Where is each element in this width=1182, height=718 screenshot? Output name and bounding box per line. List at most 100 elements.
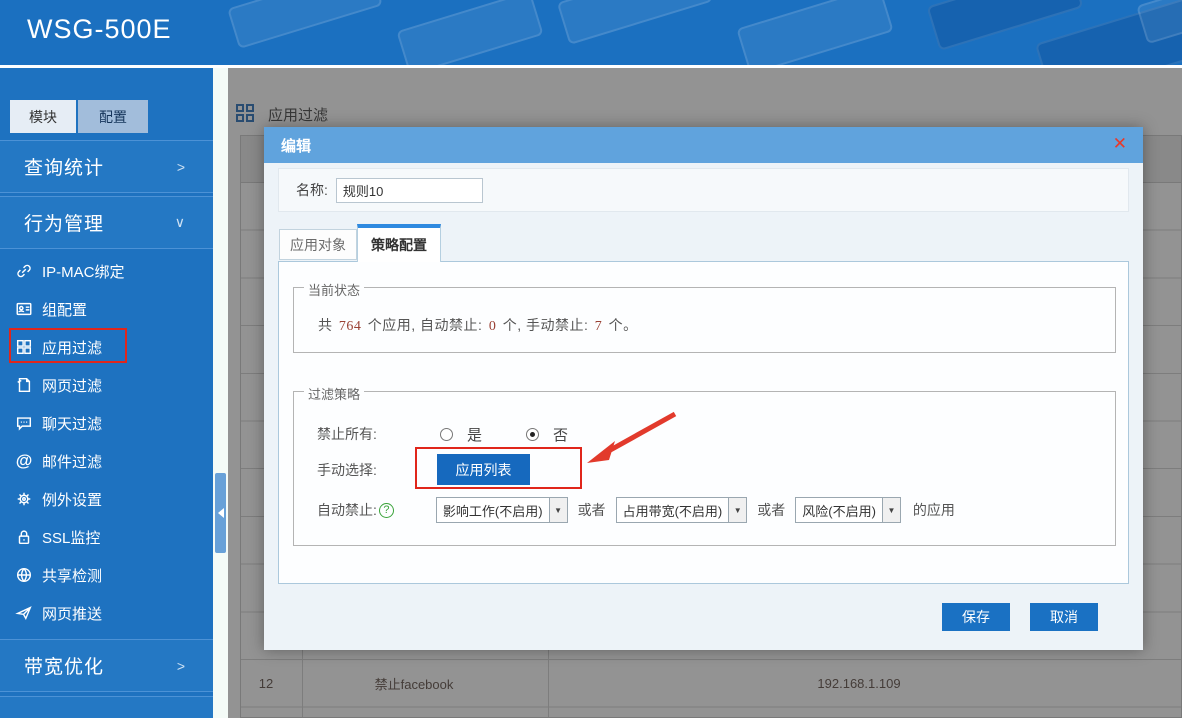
name-label: 名称: [296, 182, 328, 198]
select-value: 影响工作(不启用) [442, 503, 543, 519]
chevron-down-icon: ▼ [881, 498, 900, 522]
cancel-button[interactable]: 取消 [1030, 603, 1098, 631]
webpage-icon [14, 375, 34, 395]
send-icon [14, 603, 34, 623]
sidebar-item-app-filter[interactable]: 应用过滤 [0, 328, 213, 366]
status-text: 个应用, 自动禁止: [363, 317, 487, 333]
at-icon: @ [15, 451, 33, 470]
auto-block-label: 自动禁止: [317, 502, 377, 518]
sidebar-item-label: 聊天过滤 [42, 415, 103, 433]
sidebar-item-label: 应用过滤 [42, 339, 103, 357]
chevron-down-icon: ▼ [728, 498, 747, 522]
auto-block-row: 自动禁止: ? 影响工作(不启用) ▼ 或者 占用带宽(不启用) ▼ 或者 风险… [317, 497, 955, 523]
sidebar-edge-strip [213, 68, 228, 718]
apps-suffix-text: 的应用 [912, 502, 955, 518]
edit-dialog: 编辑 ✕ 名称: 应用对象 策略配置 当前状态 共 764 个应用, 自动禁止:… [264, 127, 1143, 650]
keyboard-decoration [736, 0, 894, 65]
sidebar-item-label: 邮件过滤 [42, 453, 103, 471]
section-label: 查询统计 [24, 158, 105, 179]
sidebar: 模块 配置 查询统计 > 行为管理 ∨ IP-MAC绑定 组配置 应用过滤 网页… [0, 68, 213, 718]
current-status-fieldset: 当前状态 共 764 个应用, 自动禁止: 0 个, 手动禁止: 7 个。 [293, 280, 1116, 353]
dialog-title: 编辑 [281, 137, 312, 155]
help-icon[interactable]: ? [378, 502, 394, 518]
radio-yes-label: 是 [467, 426, 483, 444]
app-window: WSG-500E 模块 配置 查询统计 > 行为管理 ∨ IP-MAC绑定 组配… [0, 0, 1182, 718]
keyboard-decoration [556, 0, 714, 45]
select-value: 占用带宽(不启用) [622, 503, 723, 519]
sidebar-item-share-detection[interactable]: 共享检测 [0, 556, 213, 594]
sidebar-section-query-stats[interactable]: 查询统计 > [0, 140, 213, 193]
sidebar-item-chat-filter[interactable]: 聊天过滤 [0, 404, 213, 442]
keyboard-decoration [227, 0, 383, 50]
work-impact-select[interactable]: 影响工作(不启用) ▼ [435, 497, 568, 523]
sidebar-tab-strip: 模块 配置 [10, 100, 148, 133]
sidebar-item-label: 网页过滤 [42, 377, 103, 395]
sidebar-tab-module[interactable]: 模块 [10, 100, 76, 133]
chevron-right-icon: > [176, 158, 185, 175]
tab-app-objects[interactable]: 应用对象 [279, 229, 357, 260]
manual-select-label: 手动选择: [317, 462, 377, 478]
sidebar-item-web-filter[interactable]: 网页过滤 [0, 366, 213, 404]
or-text: 或者 [577, 502, 606, 518]
rule-name-input[interactable] [335, 177, 483, 203]
section-label: 行为管理 [24, 214, 105, 235]
chevron-right-icon: > [176, 657, 185, 674]
manual-blocked-count: 7 [594, 319, 603, 334]
name-field-panel: 名称: [278, 168, 1129, 212]
tab-policy-config[interactable]: 策略配置 [357, 224, 441, 262]
select-value: 风险(不启用) [802, 503, 876, 519]
sidebar-section-behavior-mgmt[interactable]: 行为管理 ∨ [0, 196, 213, 249]
sidebar-collapse-handle[interactable] [215, 473, 226, 553]
save-button[interactable]: 保存 [942, 603, 1010, 631]
sidebar-item-web-push[interactable]: 网页推送 [0, 594, 213, 632]
block-all-row: 禁止所有: 是 否 [317, 424, 568, 444]
section-label: 带宽优化 [24, 657, 105, 678]
collapse-arrow-icon [217, 508, 224, 518]
sidebar-item-group-config[interactable]: 组配置 [0, 290, 213, 328]
grid-icon [14, 337, 34, 357]
sidebar-item-label: IP-MAC绑定 [42, 263, 125, 281]
gear-icon [14, 489, 34, 509]
link-icon [14, 261, 34, 281]
chevron-down-icon: ▼ [548, 498, 567, 522]
chevron-down-icon: ∨ [174, 214, 185, 230]
status-text: 个。 [604, 317, 638, 333]
bandwidth-usage-select[interactable]: 占用带宽(不启用) ▼ [615, 497, 748, 523]
header-divider [0, 65, 1182, 68]
risk-select[interactable]: 风险(不启用) ▼ [795, 497, 901, 523]
fieldset-legend: 过滤策略 [304, 384, 365, 403]
sidebar-section-bandwidth-opt[interactable]: 带宽优化 > [0, 639, 213, 692]
or-text: 或者 [757, 502, 786, 518]
top-header: WSG-500E [0, 0, 1182, 65]
app-logo: WSG-500E [27, 14, 172, 44]
id-card-icon [14, 299, 34, 319]
lock-icon [14, 527, 34, 547]
radio-no-label: 否 [553, 426, 569, 444]
sidebar-section-partial[interactable] [0, 696, 213, 718]
block-all-label: 禁止所有: [317, 426, 377, 442]
sidebar-tab-config[interactable]: 配置 [78, 100, 148, 133]
app-list-button[interactable]: 应用列表 [437, 454, 530, 485]
sidebar-item-exception-settings[interactable]: 例外设置 [0, 480, 213, 518]
status-summary: 共 764 个应用, 自动禁止: 0 个, 手动禁止: 7 个。 [318, 315, 638, 335]
keyboard-decoration [396, 0, 544, 65]
status-text: 共 [318, 317, 337, 333]
radio-yes[interactable] [440, 427, 453, 441]
auto-blocked-count: 0 [488, 319, 497, 334]
sidebar-item-ip-mac-binding[interactable]: IP-MAC绑定 [0, 252, 213, 290]
dialog-header[interactable]: 编辑 ✕ [264, 127, 1143, 163]
radio-no[interactable] [526, 427, 540, 441]
manual-select-row: 手动选择: [317, 460, 417, 480]
policy-config-panel: 当前状态 共 764 个应用, 自动禁止: 0 个, 手动禁止: 7 个。 过滤… [278, 261, 1129, 584]
sidebar-item-ssl-monitor[interactable]: SSL监控 [0, 518, 213, 556]
chat-icon [14, 413, 34, 433]
sidebar-item-label: 例外设置 [42, 491, 103, 509]
sidebar-item-label: 共享检测 [42, 567, 103, 585]
sidebar-item-label: 网页推送 [42, 605, 103, 623]
sidebar-item-mail-filter[interactable]: @ 邮件过滤 [0, 442, 213, 480]
globe-icon [14, 565, 34, 585]
status-text: 个, 手动禁止: [498, 317, 593, 333]
fieldset-legend: 当前状态 [304, 280, 365, 299]
sidebar-item-label: SSL监控 [42, 529, 101, 547]
close-icon[interactable]: ✕ [1113, 134, 1127, 154]
